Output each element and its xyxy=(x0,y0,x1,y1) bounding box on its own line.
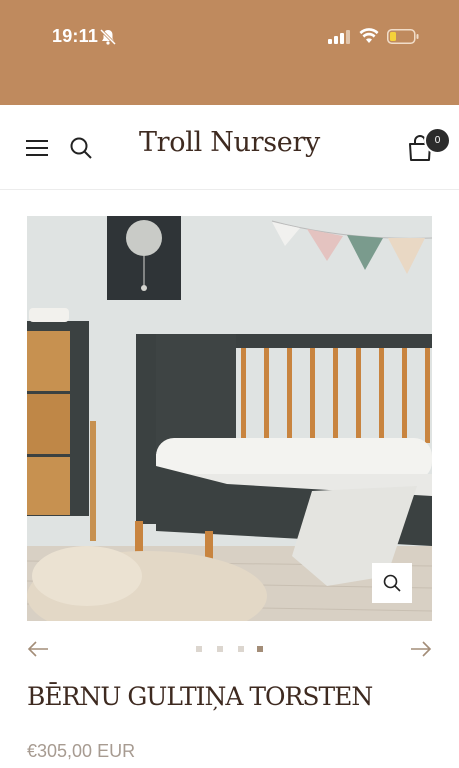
cart-count-badge: 0 xyxy=(424,127,451,154)
status-time: 19:11 xyxy=(52,26,99,46)
carousel-dot[interactable] xyxy=(217,646,223,652)
carousel-dot[interactable] xyxy=(238,646,244,652)
zoom-icon xyxy=(383,574,401,592)
battery-low-icon xyxy=(387,29,419,44)
site-header: Troll Nursery 0 xyxy=(0,105,459,190)
arrow-left-icon[interactable] xyxy=(27,640,49,658)
wifi-icon xyxy=(359,28,379,43)
brand-logo[interactable]: Troll Nursery xyxy=(0,127,459,158)
status-bar: 19:11 xyxy=(0,0,459,105)
carousel-dot-active[interactable] xyxy=(257,646,263,652)
cellular-signal-icon xyxy=(328,30,350,44)
product-price: €305,00 EUR xyxy=(27,741,136,761)
bell-slash-icon xyxy=(99,28,117,46)
zoom-button[interactable] xyxy=(372,563,412,603)
product-title: BĒRNU GULTIŅA TORSTEN xyxy=(27,682,373,711)
product-image[interactable] xyxy=(27,216,432,621)
arrow-right-icon[interactable] xyxy=(410,640,432,658)
crib-photo xyxy=(27,216,432,621)
carousel-dot[interactable] xyxy=(196,646,202,652)
